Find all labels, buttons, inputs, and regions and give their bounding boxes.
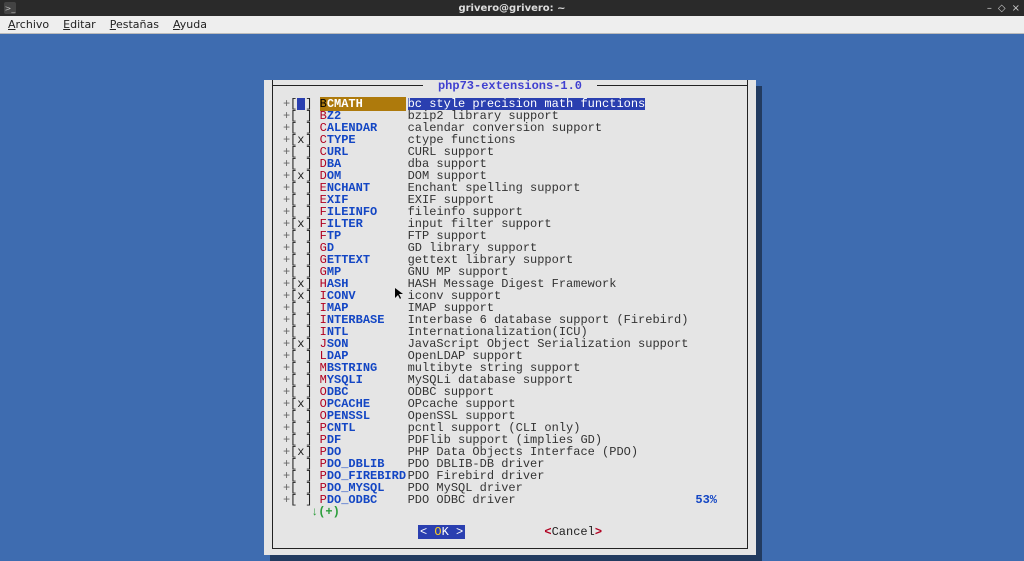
option-desc: PDO ODBC driver (408, 494, 516, 506)
menu-pestanas[interactable]: Pestañas (110, 18, 159, 31)
cancel-button[interactable]: <Cancel> (544, 525, 602, 539)
checkbox-open: [ (290, 494, 297, 506)
checkbox-mark[interactable] (297, 494, 305, 506)
option-row[interactable]: +[ ] PDO_ODBC PDO ODBC driver (283, 494, 737, 506)
ok-button[interactable]: < OK > (418, 525, 465, 539)
menu-ayuda[interactable]: Ayuda (173, 18, 207, 31)
bullet-icon: + (283, 494, 290, 506)
window-minimize-icon[interactable]: – (987, 3, 992, 14)
more-indicator-icon: ↓(+) (311, 506, 737, 518)
window-close-icon[interactable]: × (1012, 3, 1020, 14)
menu-editar[interactable]: Editar (63, 18, 96, 31)
scroll-percent: 53% (695, 494, 717, 506)
menubar: Archivo Editar Pestañas Ayuda (0, 16, 1024, 34)
window-titlebar: >_ grivero@grivero: ~ – ◇ × (0, 0, 1024, 16)
window-maximize-icon[interactable]: ◇ (998, 3, 1006, 14)
window-title: grivero@grivero: ~ (458, 3, 565, 14)
dialog-title: php73-extensions-1.0 (273, 80, 747, 92)
terminal-workspace: php73-extensions-1.0 +[ ] BCMATH bc styl… (0, 34, 1024, 525)
menu-archivo[interactable]: Archivo (8, 18, 49, 31)
option-list[interactable]: +[ ] BCMATH bc style precision math func… (283, 98, 737, 518)
config-dialog: php73-extensions-1.0 +[ ] BCMATH bc styl… (264, 80, 756, 555)
terminal-icon: >_ (4, 2, 16, 14)
